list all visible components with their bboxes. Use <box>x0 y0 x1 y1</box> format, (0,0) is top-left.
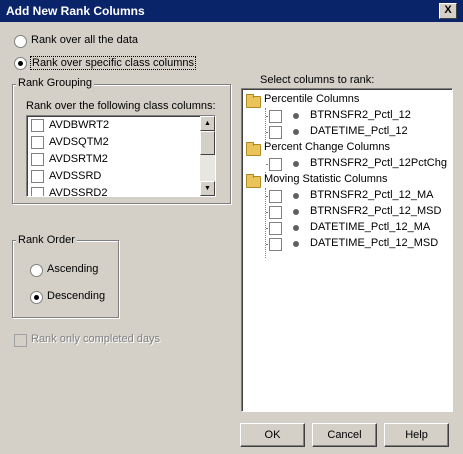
column-checkbox[interactable] <box>269 190 282 203</box>
tree-group-label: Percentile Columns <box>264 93 360 105</box>
tree-connector <box>265 188 266 258</box>
column-bullet-icon <box>293 193 299 199</box>
descending-option[interactable]: Descending <box>30 290 110 306</box>
rank-all-label: Rank over all the data <box>31 34 139 46</box>
class-column-label: AVDSSRD <box>49 170 102 182</box>
close-button[interactable]: X <box>439 3 457 19</box>
rank-all-option[interactable]: Rank over all the data <box>14 34 234 50</box>
column-label: BTRNSFR2_Pctl_12_MA <box>310 189 434 201</box>
column-checkbox[interactable] <box>269 238 282 251</box>
cancel-button[interactable]: Cancel <box>312 423 377 447</box>
column-label: DATETIME_Pctl_12_MSD <box>310 237 439 249</box>
class-column-label: AVDSRTM2 <box>49 153 108 165</box>
ascending-option[interactable]: Ascending <box>30 263 110 279</box>
column-bullet-icon <box>293 209 299 215</box>
rank-specific-label: Rank over specific class columns <box>30 56 197 70</box>
column-bullet-icon <box>293 225 299 231</box>
descending-label: Descending <box>47 290 106 302</box>
select-columns-caption: Select columns to rank: <box>260 74 375 86</box>
column-bullet-icon <box>293 241 299 247</box>
class-columns-scrollbar[interactable]: ▲ ▼ <box>200 116 215 196</box>
column-checkbox[interactable] <box>269 158 282 171</box>
class-columns-caption: Rank over the following class columns: <box>26 100 216 112</box>
ascending-label: Ascending <box>47 263 99 275</box>
class-column-label: AVDSQTM2 <box>49 136 109 148</box>
window-title: Add New Rank Columns <box>6 4 145 18</box>
class-column-checkbox[interactable] <box>31 170 44 183</box>
scroll-down-button[interactable]: ▼ <box>200 181 215 196</box>
class-column-label: AVDSSRD2 <box>49 187 108 197</box>
completed-days-checkbox[interactable] <box>14 334 27 347</box>
folder-icon <box>246 174 261 188</box>
class-column-checkbox[interactable] <box>31 187 44 196</box>
rank-grouping-title: Rank Grouping <box>16 77 94 89</box>
rank-specific-radio[interactable] <box>14 57 27 70</box>
folder-icon <box>246 142 261 156</box>
column-checkbox[interactable] <box>269 222 282 235</box>
tree-group-label: Percent Change Columns <box>264 141 390 153</box>
help-button[interactable]: Help <box>384 423 449 447</box>
scroll-thumb[interactable] <box>200 131 215 155</box>
ascending-radio[interactable] <box>30 264 43 277</box>
column-label: BTRNSFR2_Pctl_12_MSD <box>310 205 442 217</box>
column-label: DATETIME_Pctl_12 <box>310 125 408 137</box>
column-label: BTRNSFR2_Pctl_12 <box>310 109 411 121</box>
rank-all-radio[interactable] <box>14 35 27 48</box>
class-column-label: AVDBWRT2 <box>49 119 110 131</box>
ok-button[interactable]: OK <box>240 423 305 447</box>
column-checkbox[interactable] <box>269 126 282 139</box>
column-label: DATETIME_Pctl_12_MA <box>310 221 431 233</box>
rank-specific-option[interactable]: Rank over specific class columns <box>14 56 234 72</box>
column-bullet-icon <box>293 113 299 119</box>
folder-icon <box>246 94 261 108</box>
column-checkbox[interactable] <box>269 206 282 219</box>
column-checkbox[interactable] <box>269 110 282 123</box>
class-columns-list[interactable]: AVDBWRT2 AVDSQTM2 AVDSRTM2 AVDSSRD AVDSS… <box>26 115 216 197</box>
rank-order-group <box>12 240 119 318</box>
columns-tree[interactable]: Percentile Columns BTRNSFR2_Pctl_12 DATE… <box>241 88 453 412</box>
column-bullet-icon <box>293 129 299 135</box>
tree-group-label: Moving Statistic Columns <box>264 173 388 185</box>
rank-order-title: Rank Order <box>16 234 77 246</box>
descending-radio[interactable] <box>30 291 43 304</box>
completed-days-option[interactable]: Rank only completed days <box>14 333 194 349</box>
scroll-up-button[interactable]: ▲ <box>200 116 215 131</box>
column-label: BTRNSFR2_Pctl_12PctChg <box>310 157 447 169</box>
column-bullet-icon <box>293 161 299 167</box>
class-column-checkbox[interactable] <box>31 136 44 149</box>
class-column-checkbox[interactable] <box>31 153 44 166</box>
title-bar: Add New Rank Columns X <box>0 0 463 22</box>
class-column-checkbox[interactable] <box>31 119 44 132</box>
completed-days-label: Rank only completed days <box>31 333 161 345</box>
